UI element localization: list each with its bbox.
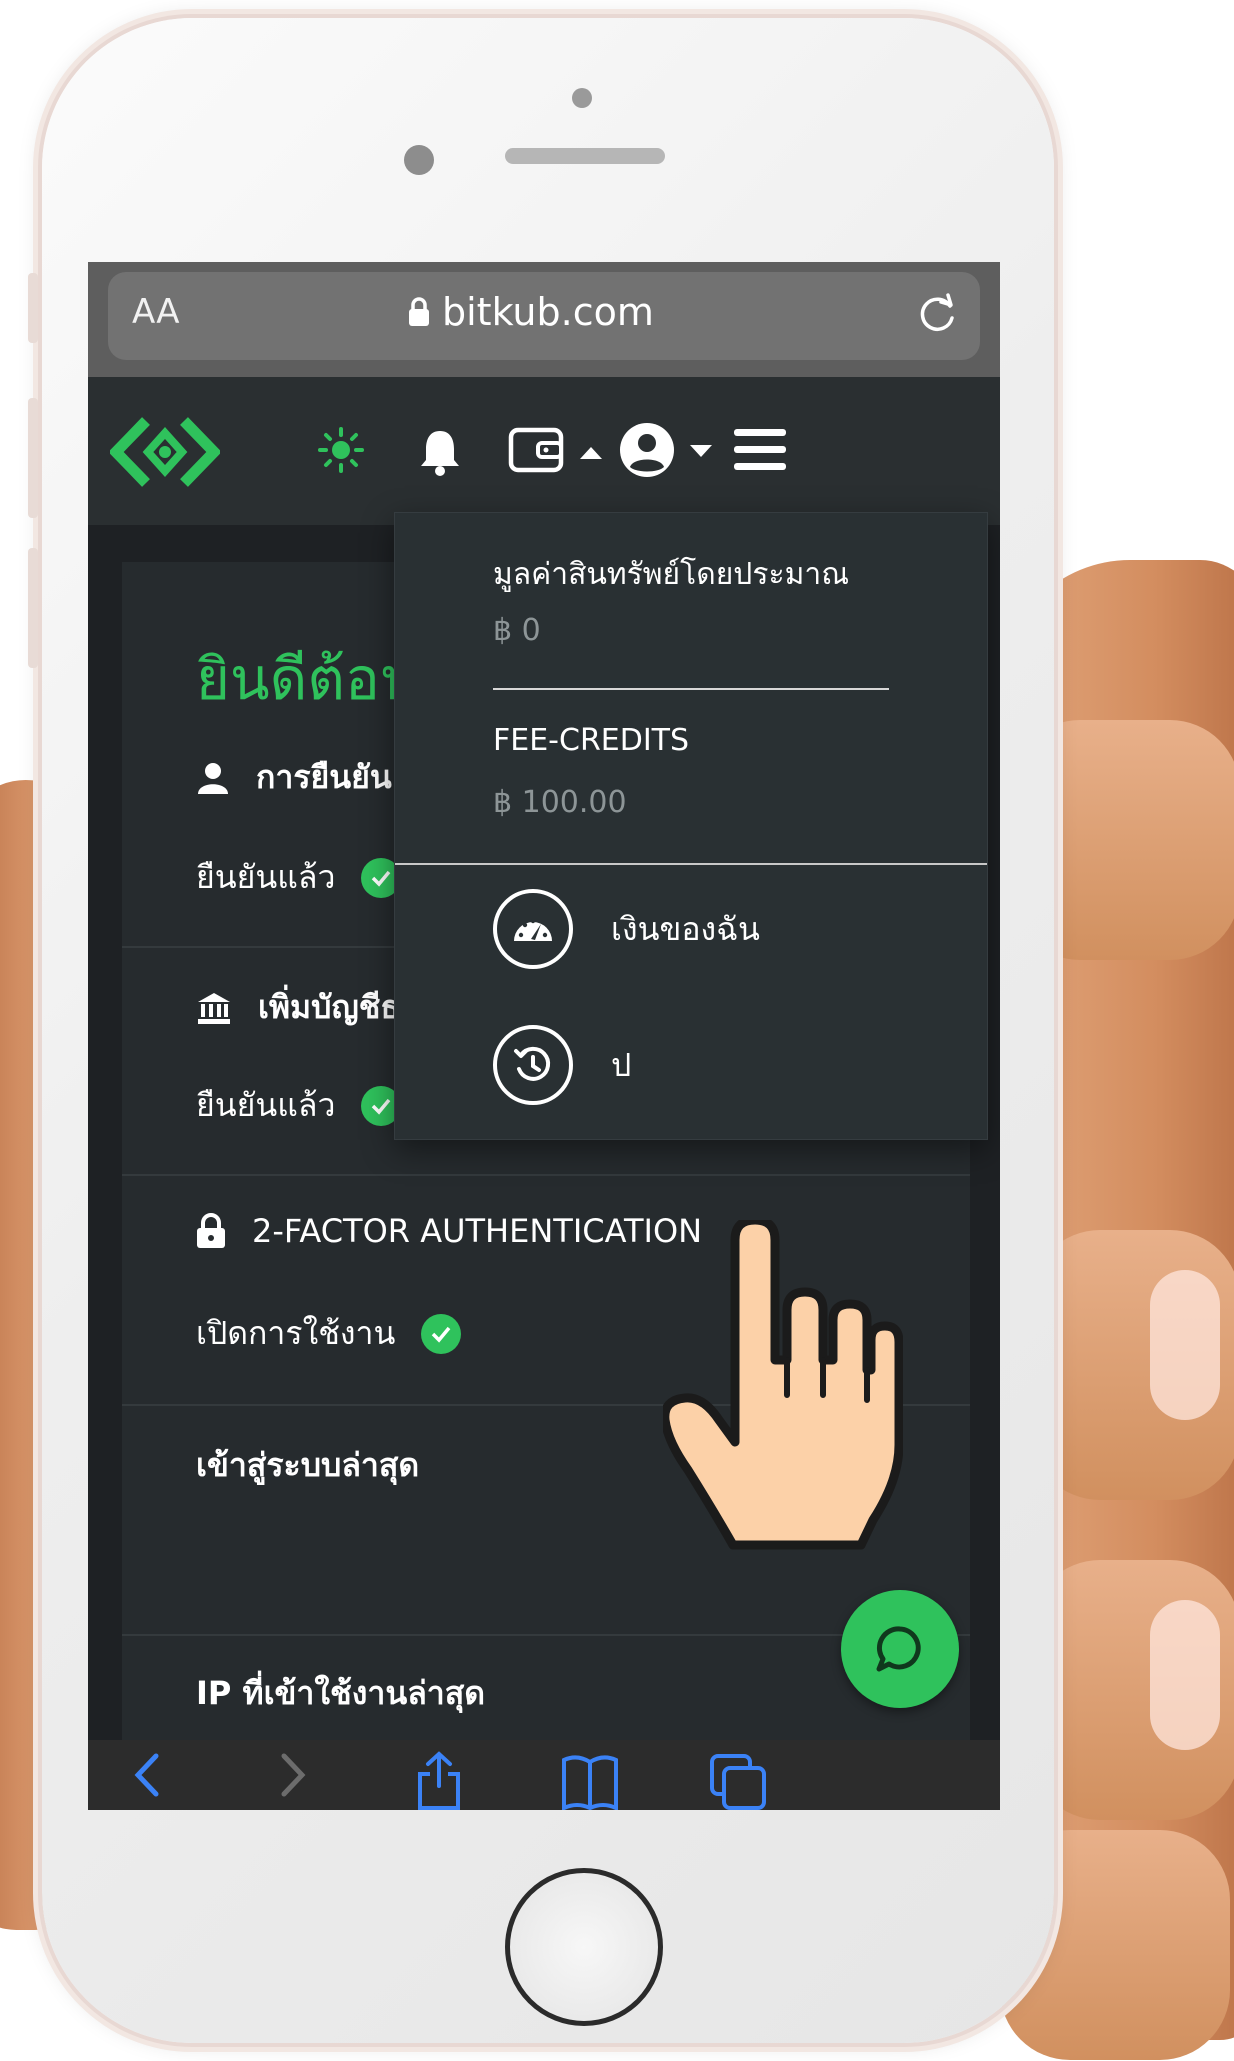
caret-down-icon[interactable] <box>688 443 714 459</box>
identity-status: ยืนยันแล้ว <box>196 852 402 903</box>
speedometer-icon <box>493 889 573 969</box>
bank-title: เพิ่มบัญชีธ <box>258 988 400 1026</box>
two-factor-status: เปิดการใช้งาน <box>196 1308 462 1359</box>
finger <box>1030 1560 1234 1820</box>
estimated-value-label: มูลค่าสินทรัพย์โดยประมาณ <box>493 557 850 592</box>
wallet-icon[interactable] <box>508 425 564 475</box>
proximity-sensor <box>572 88 592 108</box>
finger <box>1030 1230 1234 1500</box>
back-icon[interactable] <box>132 1750 162 1800</box>
last-ip-title: IP ที่เข้าใช้งานล่าสุด <box>196 1668 485 1719</box>
site-navbar <box>88 377 1000 525</box>
url-text: bitkub.com <box>442 290 654 334</box>
chat-icon <box>876 1626 921 1672</box>
earpiece-speaker <box>505 148 665 164</box>
lock-icon <box>197 1213 225 1248</box>
bookmarks-icon[interactable] <box>560 1750 620 1810</box>
tabs-icon[interactable] <box>708 1750 768 1810</box>
forward-icon[interactable] <box>278 1750 308 1800</box>
address-bar[interactable]: AA bitkub.com <box>108 272 980 360</box>
volume-up-button <box>28 398 38 518</box>
screen: AA bitkub.com ยินดีต้อน การยืนยัน ยืนยัน… <box>88 262 1000 1810</box>
last-login-title: เข้าสู่ระบบล่าสุด <box>196 1440 419 1491</box>
two-factor-row-title: 2-FACTOR AUTHENTICATION <box>196 1212 702 1250</box>
mute-switch <box>28 273 38 343</box>
menu-item-label: เงินของฉัน <box>611 909 760 948</box>
home-button[interactable] <box>505 1868 663 2026</box>
estimated-value: ฿ 0 <box>493 613 541 648</box>
two-factor-title: 2-FACTOR AUTHENTICATION <box>252 1212 703 1250</box>
browser-toolbar <box>88 1740 1000 1810</box>
bank-row-title: เพิ่มบัญชีธ <box>196 982 400 1033</box>
hamburger-icon[interactable] <box>732 425 788 475</box>
text-size-button[interactable]: AA <box>132 292 179 332</box>
pointing-hand-cursor-icon <box>663 1220 903 1550</box>
divider <box>493 688 889 690</box>
wallet-dropdown-menu: มูลค่าสินทรัพย์โดยประมาณ ฿ 0 FEE-CREDITS… <box>394 512 988 1140</box>
share-icon[interactable] <box>414 1750 464 1810</box>
last-login-title-text: เข้าสู่ระบบล่าสุด <box>196 1446 420 1484</box>
check-icon <box>421 1313 462 1354</box>
fee-credits-value: ฿ 100.00 <box>493 785 627 820</box>
menu-item-label: ป <box>611 1045 632 1084</box>
last-ip-title-text: IP ที่เข้าใช้งานล่าสุด <box>196 1674 486 1712</box>
volume-down-button <box>28 548 38 668</box>
welcome-heading: ยินดีต้อน <box>196 645 420 713</box>
front-camera <box>404 145 434 175</box>
divider <box>395 863 987 865</box>
caret-up-icon[interactable] <box>578 445 604 461</box>
bitkub-logo-icon[interactable] <box>110 417 220 487</box>
text-size-label: AA <box>132 292 180 332</box>
divider <box>122 1174 970 1176</box>
chat-button[interactable] <box>841 1590 959 1708</box>
bell-icon[interactable] <box>418 427 462 477</box>
bank-icon <box>198 992 230 1024</box>
history-icon <box>493 1025 573 1105</box>
sun-icon[interactable] <box>316 425 366 475</box>
identity-title: การยืนยัน <box>256 758 392 796</box>
identity-row-title: การยืนยัน <box>196 752 392 803</box>
reload-icon[interactable] <box>914 290 960 336</box>
identity-status-text: ยืนยันแล้ว <box>196 858 336 896</box>
lock-icon <box>409 297 429 326</box>
bank-status-text: ยืนยันแล้ว <box>196 1086 336 1124</box>
menu-item-history[interactable]: ป <box>493 1025 631 1105</box>
bank-status: ยืนยันแล้ว <box>196 1080 402 1131</box>
browser-header: AA bitkub.com <box>88 262 1000 377</box>
two-factor-status-text: เปิดการใช้งาน <box>196 1314 396 1352</box>
url-display[interactable]: bitkub.com <box>408 290 654 334</box>
menu-item-my-money[interactable]: เงินของฉัน <box>493 889 760 969</box>
user-circle-icon[interactable] <box>618 421 676 479</box>
fee-credits-label: FEE-CREDITS <box>493 723 690 758</box>
user-icon <box>198 762 228 794</box>
